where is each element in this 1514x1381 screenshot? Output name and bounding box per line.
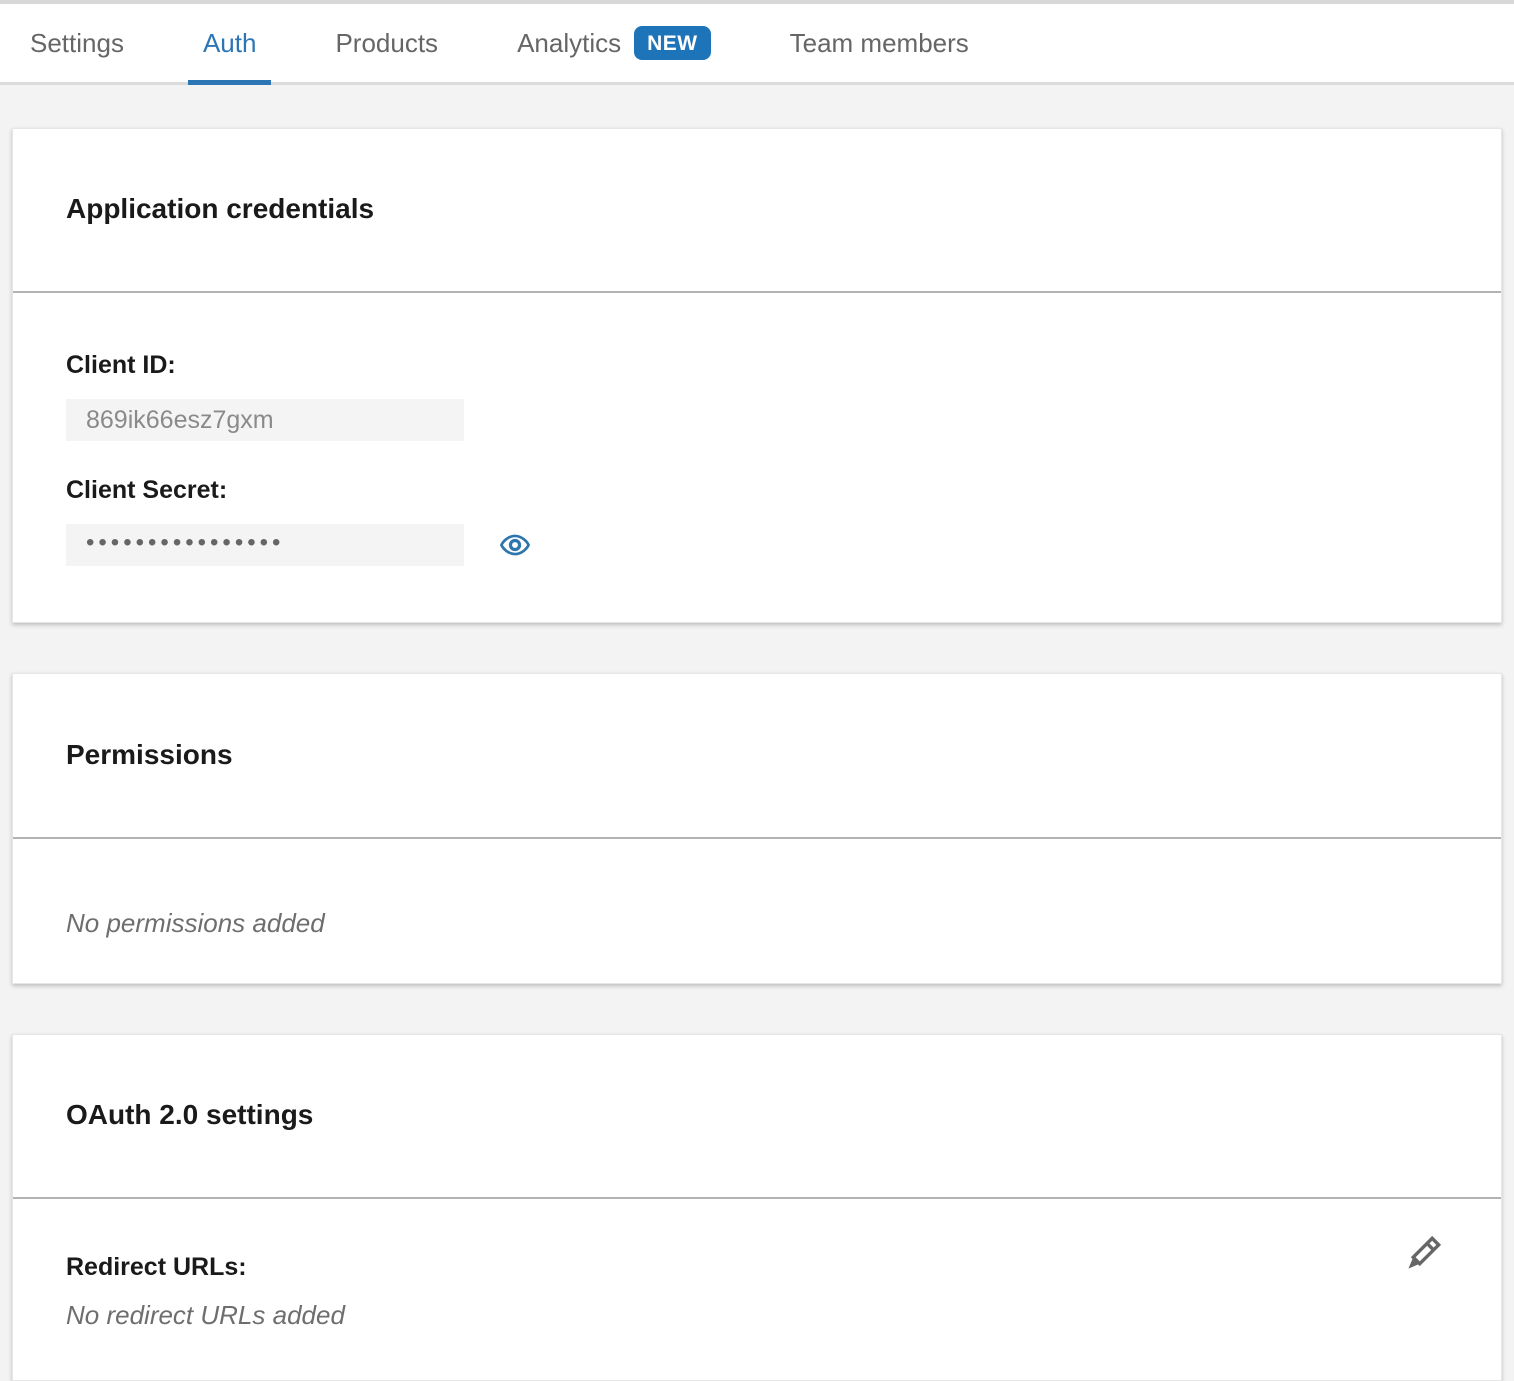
tab-analytics-label: Analytics [517,28,621,59]
oauth-settings-header: OAuth 2.0 settings [13,1035,1501,1199]
permissions-header: Permissions [13,674,1501,838]
tab-team-members[interactable]: Team members [775,4,984,82]
reveal-secret-button[interactable] [498,529,532,561]
application-credentials-header: Application credentials [13,129,1501,293]
active-tab-underline [188,80,272,85]
permissions-empty-message: No permissions added [66,907,1448,939]
tab-settings-label: Settings [30,28,124,59]
oauth-settings-card: OAuth 2.0 settings Redirect URLs: No red… [12,1034,1502,1381]
tab-products[interactable]: Products [320,4,453,82]
application-credentials-body: Client ID: 869ik66esz7gxm Client Secret:… [13,293,1501,622]
permissions-body: No permissions added [13,839,1501,983]
redirect-urls-label: Redirect URLs: [66,1252,1448,1282]
new-badge: NEW [634,26,711,60]
client-id-value: 869ik66esz7gxm [86,406,274,435]
client-secret-masked-value: •••••••••••••••• [86,531,284,559]
tab-analytics[interactable]: Analytics NEW [502,4,726,82]
oauth-settings-title: OAuth 2.0 settings [66,1098,1448,1132]
tab-auth-label: Auth [203,28,257,59]
tab-bar: Settings Auth Products Analytics NEW Tea… [0,0,1514,85]
page-content: Application credentials Client ID: 869ik… [0,85,1514,1381]
client-id-label: Client ID: [66,350,1448,380]
redirect-urls-empty-message: No redirect URLs added [66,1299,1448,1331]
edit-redirect-urls-button[interactable] [1397,1232,1445,1280]
permissions-title: Permissions [66,738,1448,772]
client-secret-label: Client Secret: [66,475,1448,505]
tab-auth[interactable]: Auth [188,4,272,82]
client-secret-field: •••••••••••••••• [66,524,464,566]
oauth-settings-body: Redirect URLs: No redirect URLs added [13,1199,1501,1380]
tab-settings[interactable]: Settings [15,4,139,82]
client-secret-row: •••••••••••••••• [66,524,1448,566]
application-credentials-title: Application credentials [66,192,1448,226]
tab-team-members-label: Team members [790,28,969,59]
eye-icon [498,529,532,561]
pencil-icon [1397,1232,1445,1280]
client-id-field: 869ik66esz7gxm [66,399,464,441]
application-credentials-card: Application credentials Client ID: 869ik… [12,128,1502,623]
permissions-card: Permissions No permissions added [12,673,1502,983]
tab-products-label: Products [335,28,438,59]
